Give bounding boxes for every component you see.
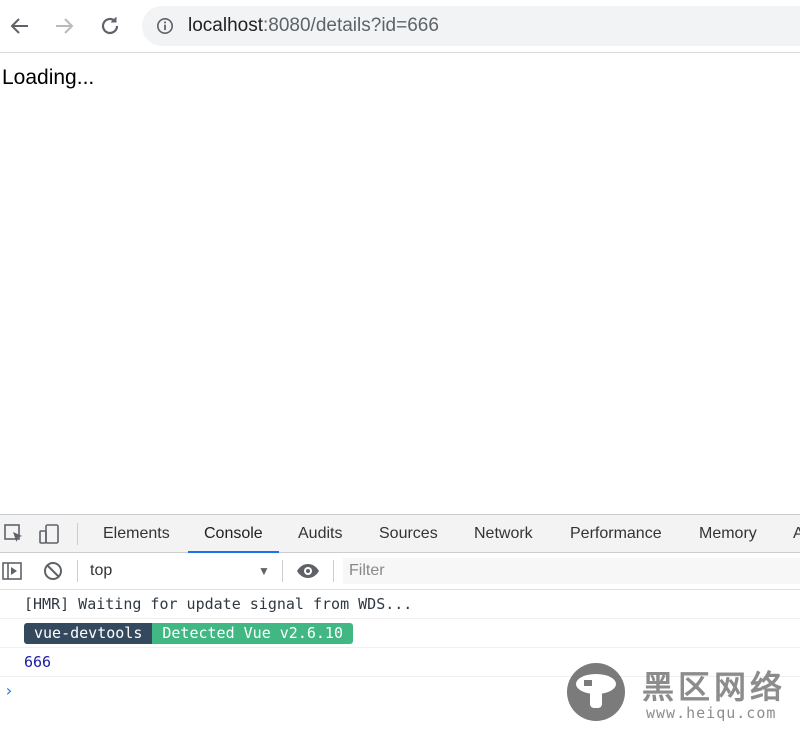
reload-button[interactable] (94, 10, 126, 42)
info-icon[interactable] (156, 17, 174, 35)
device-toolbar-icon[interactable] (38, 523, 60, 545)
tab-elements[interactable]: Elements (103, 515, 170, 552)
browser-toolbar: localhost:8080/details?id=666 (0, 0, 800, 53)
tab-memory[interactable]: Memory (699, 515, 757, 552)
context-dropdown-arrow-icon[interactable]: ▼ (258, 553, 270, 589)
clear-console-icon[interactable] (42, 560, 64, 582)
back-button[interactable] (4, 10, 36, 42)
context-selector[interactable]: top (90, 553, 112, 589)
badge-vue-devtools: vue-devtools (24, 623, 153, 644)
tab-console[interactable]: Console (188, 515, 279, 553)
console-toolbar: top ▼ (0, 553, 800, 590)
toolbar-divider (77, 523, 78, 545)
forward-button[interactable] (48, 10, 80, 42)
toolbar-divider (282, 560, 283, 582)
reload-icon (101, 17, 119, 35)
toolbar-divider (77, 560, 78, 582)
tab-network[interactable]: Network (474, 515, 533, 552)
devtools-tab-bar: Elements Console Audits Sources Network … (0, 515, 800, 553)
console-message: [HMR] Waiting for update signal from WDS… (0, 590, 800, 619)
console-filter-input[interactable] (343, 558, 800, 584)
tab-audits[interactable]: Audits (298, 515, 342, 552)
watermark-logo-icon (567, 663, 625, 721)
show-sidebar-icon[interactable] (1, 560, 23, 582)
loading-text: Loading... (2, 66, 95, 89)
tab-performance[interactable]: Performance (570, 515, 662, 552)
url-text[interactable]: localhost:8080/details?id=666 (188, 6, 439, 46)
toolbar-divider (333, 560, 334, 582)
watermark-title: 黑区网络 (642, 668, 787, 706)
forward-arrow-icon (56, 18, 74, 34)
back-arrow-icon (10, 18, 28, 34)
url-path: :8080/details?id=666 (263, 15, 439, 36)
address-bar[interactable]: localhost:8080/details?id=666 (142, 6, 800, 46)
watermark-url: www.heiqu.com (646, 704, 777, 722)
inspect-element-icon[interactable] (3, 523, 25, 545)
tab-overflow[interactable]: A (793, 515, 800, 552)
tab-sources[interactable]: Sources (379, 515, 438, 552)
live-expression-eye-icon[interactable] (296, 560, 320, 582)
watermark: 黑区网络 www.heiqu.com (566, 660, 800, 724)
url-host: localhost (188, 15, 263, 36)
console-message: vue-devtools Detected Vue v2.6.10 (0, 619, 800, 648)
vue-devtools-badge: vue-devtools Detected Vue v2.6.10 (24, 619, 800, 648)
badge-detected-vue: Detected Vue v2.6.10 (152, 623, 353, 644)
